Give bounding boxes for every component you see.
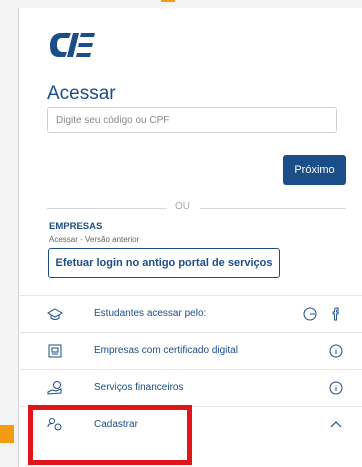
- option-financial-services-label: Serviços financeiros: [94, 382, 184, 393]
- graduation-cap-icon: [46, 308, 64, 320]
- divider-right: [200, 208, 346, 209]
- chevron-up-icon[interactable]: [328, 417, 344, 433]
- option-digital-certificate-label: Empresas com certificado digital: [94, 345, 238, 356]
- option-financial-services[interactable]: Serviços financeiros: [18, 369, 362, 406]
- option-students-label: Estudantes acessar pelo:: [94, 308, 207, 319]
- certificate-icon: [48, 344, 62, 358]
- info-icon[interactable]: [328, 343, 344, 359]
- option-students[interactable]: Estudantes acessar pelo:: [18, 295, 362, 332]
- companies-heading: EMPRESAS: [49, 221, 103, 232]
- next-button[interactable]: Próximo: [283, 155, 346, 185]
- previous-version-link[interactable]: Acessar - Versão anterior: [49, 235, 139, 244]
- info-icon[interactable]: [328, 380, 344, 396]
- or-divider-text: OU: [175, 201, 190, 212]
- facebook-icon[interactable]: [328, 306, 344, 322]
- page-title: Acessar: [47, 83, 116, 104]
- users-icon: [47, 418, 62, 431]
- option-register[interactable]: Cadastrar: [18, 406, 362, 446]
- ciee-logo: [50, 33, 95, 57]
- option-register-label: Cadastrar: [94, 419, 138, 430]
- accent-mark: [161, 0, 175, 2]
- accent-tab: [0, 425, 14, 443]
- option-digital-certificate[interactable]: Empresas com certificado digital: [18, 332, 362, 369]
- divider-left: [47, 208, 167, 209]
- old-portal-login-button[interactable]: Efetuar login no antigo portal de serviç…: [48, 248, 280, 278]
- code-or-cpf-input[interactable]: [47, 107, 337, 133]
- google-icon[interactable]: [302, 306, 318, 322]
- finance-icon: [47, 381, 62, 395]
